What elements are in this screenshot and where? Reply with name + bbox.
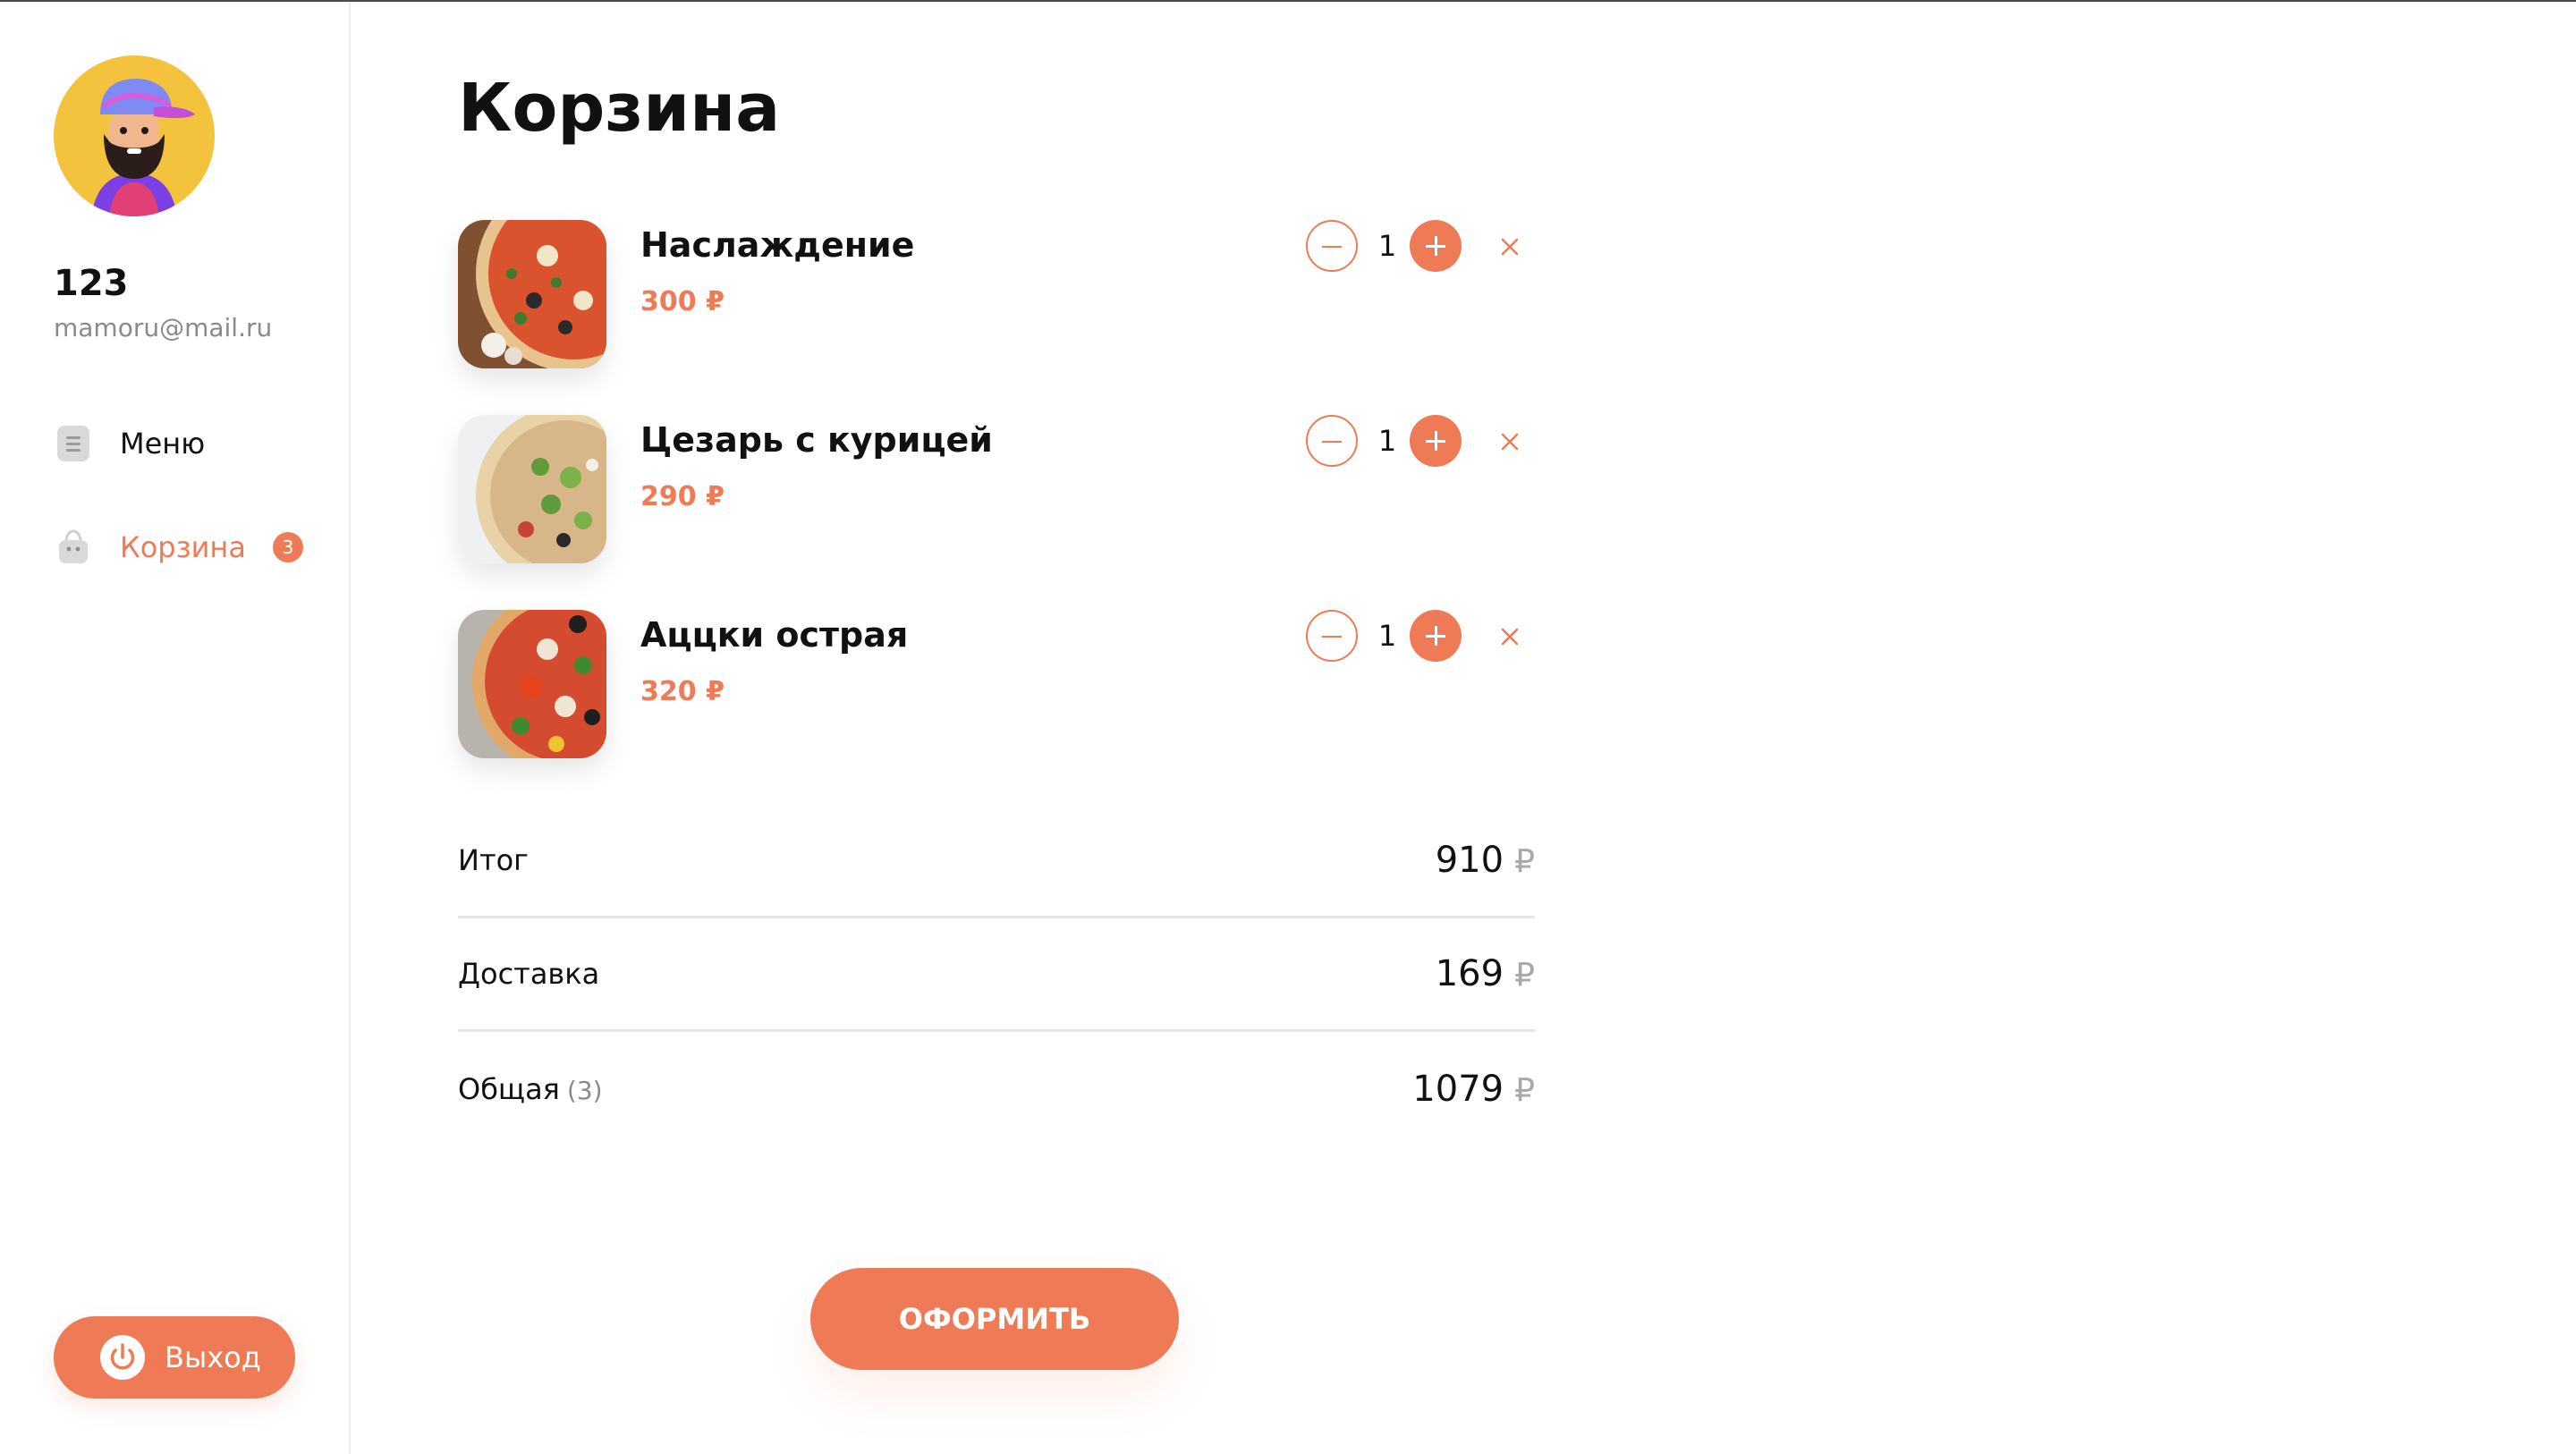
close-icon xyxy=(1501,238,1519,256)
cart-item: Аццки острая 320 ₽ 1 xyxy=(458,610,1535,758)
cart-item: Наслаждение 300 ₽ 1 xyxy=(458,220,1535,368)
remove-item-button[interactable] xyxy=(1496,232,1524,261)
currency-symbol: ₽ xyxy=(1514,957,1535,993)
sidebar-item-menu[interactable]: Меню xyxy=(57,426,205,461)
cart-item: Цезарь с курицей 290 ₽ 1 xyxy=(458,415,1535,563)
quantity-increase-button[interactable] xyxy=(1410,610,1462,662)
sidebar: 123 mamoru@mail.ru Меню Корзина 3 Выход xyxy=(0,2,351,1454)
close-icon xyxy=(1501,628,1519,646)
quantity-decrease-button[interactable] xyxy=(1306,415,1358,467)
cart-count-badge: 3 xyxy=(272,532,303,562)
subtotal-label: Итог xyxy=(458,843,529,877)
remove-item-button[interactable] xyxy=(1496,622,1524,651)
pizza-image[interactable] xyxy=(458,415,606,563)
subtotal-amount: 910 ₽ xyxy=(1436,840,1535,881)
item-name: Наслаждение xyxy=(640,225,915,265)
checkout-button[interactable]: ОФОРМИТЬ xyxy=(810,1268,1179,1370)
avatar-illustration xyxy=(54,55,215,216)
quantity-value: 1 xyxy=(1377,229,1397,263)
user-name: 123 xyxy=(54,263,129,304)
total-label: Общая xyxy=(458,1071,560,1106)
total-amount: 1079 ₽ xyxy=(1412,1069,1535,1110)
user-email: mamoru@mail.ru xyxy=(54,313,273,342)
summary-delivery-row: Доставка 169 ₽ xyxy=(458,918,1535,1032)
quantity-increase-button[interactable] xyxy=(1410,415,1462,467)
pizza-image[interactable] xyxy=(458,220,606,368)
close-icon xyxy=(1501,433,1519,451)
quantity-decrease-button[interactable] xyxy=(1306,220,1358,272)
total-count: (3) xyxy=(566,1075,603,1105)
item-price: 320 ₽ xyxy=(640,676,724,707)
summary-subtotal-row: Итог 910 ₽ xyxy=(458,805,1535,918)
delivery-amount: 169 ₽ xyxy=(1436,953,1535,994)
delivery-label: Доставка xyxy=(458,957,600,991)
page-title: Корзина xyxy=(458,70,781,147)
item-price: 290 ₽ xyxy=(640,481,724,512)
currency-symbol: ₽ xyxy=(1514,1071,1535,1109)
item-price: 300 ₽ xyxy=(640,286,724,317)
quantity-value: 1 xyxy=(1377,619,1397,653)
pizza-image[interactable] xyxy=(458,610,606,758)
total-label-group: Общая (3) xyxy=(458,1072,603,1106)
summary-total-row: Общая (3) 1079 ₽ xyxy=(458,1032,1535,1145)
remove-item-button[interactable] xyxy=(1496,427,1524,456)
item-name: Цезарь с курицей xyxy=(640,420,993,460)
quantity-value: 1 xyxy=(1377,424,1397,458)
total-value: 1079 xyxy=(1412,1068,1504,1110)
power-icon xyxy=(100,1335,145,1380)
delivery-value: 169 xyxy=(1435,953,1504,994)
quantity-decrease-button[interactable] xyxy=(1306,610,1358,662)
logout-label: Выход xyxy=(165,1340,261,1374)
quantity-increase-button[interactable] xyxy=(1410,220,1462,272)
sidebar-item-cart-label: Корзина xyxy=(120,530,246,564)
window-top-border xyxy=(0,0,2576,2)
logout-button[interactable]: Выход xyxy=(54,1316,295,1399)
sidebar-item-cart[interactable]: Корзина 3 xyxy=(57,529,303,565)
item-name: Аццки острая xyxy=(640,615,909,655)
shopping-bag-icon xyxy=(57,529,89,565)
sidebar-item-menu-label: Меню xyxy=(120,427,206,461)
avatar xyxy=(54,55,215,216)
subtotal-value: 910 xyxy=(1435,840,1504,881)
menu-doc-icon xyxy=(57,426,89,461)
currency-symbol: ₽ xyxy=(1514,843,1535,880)
